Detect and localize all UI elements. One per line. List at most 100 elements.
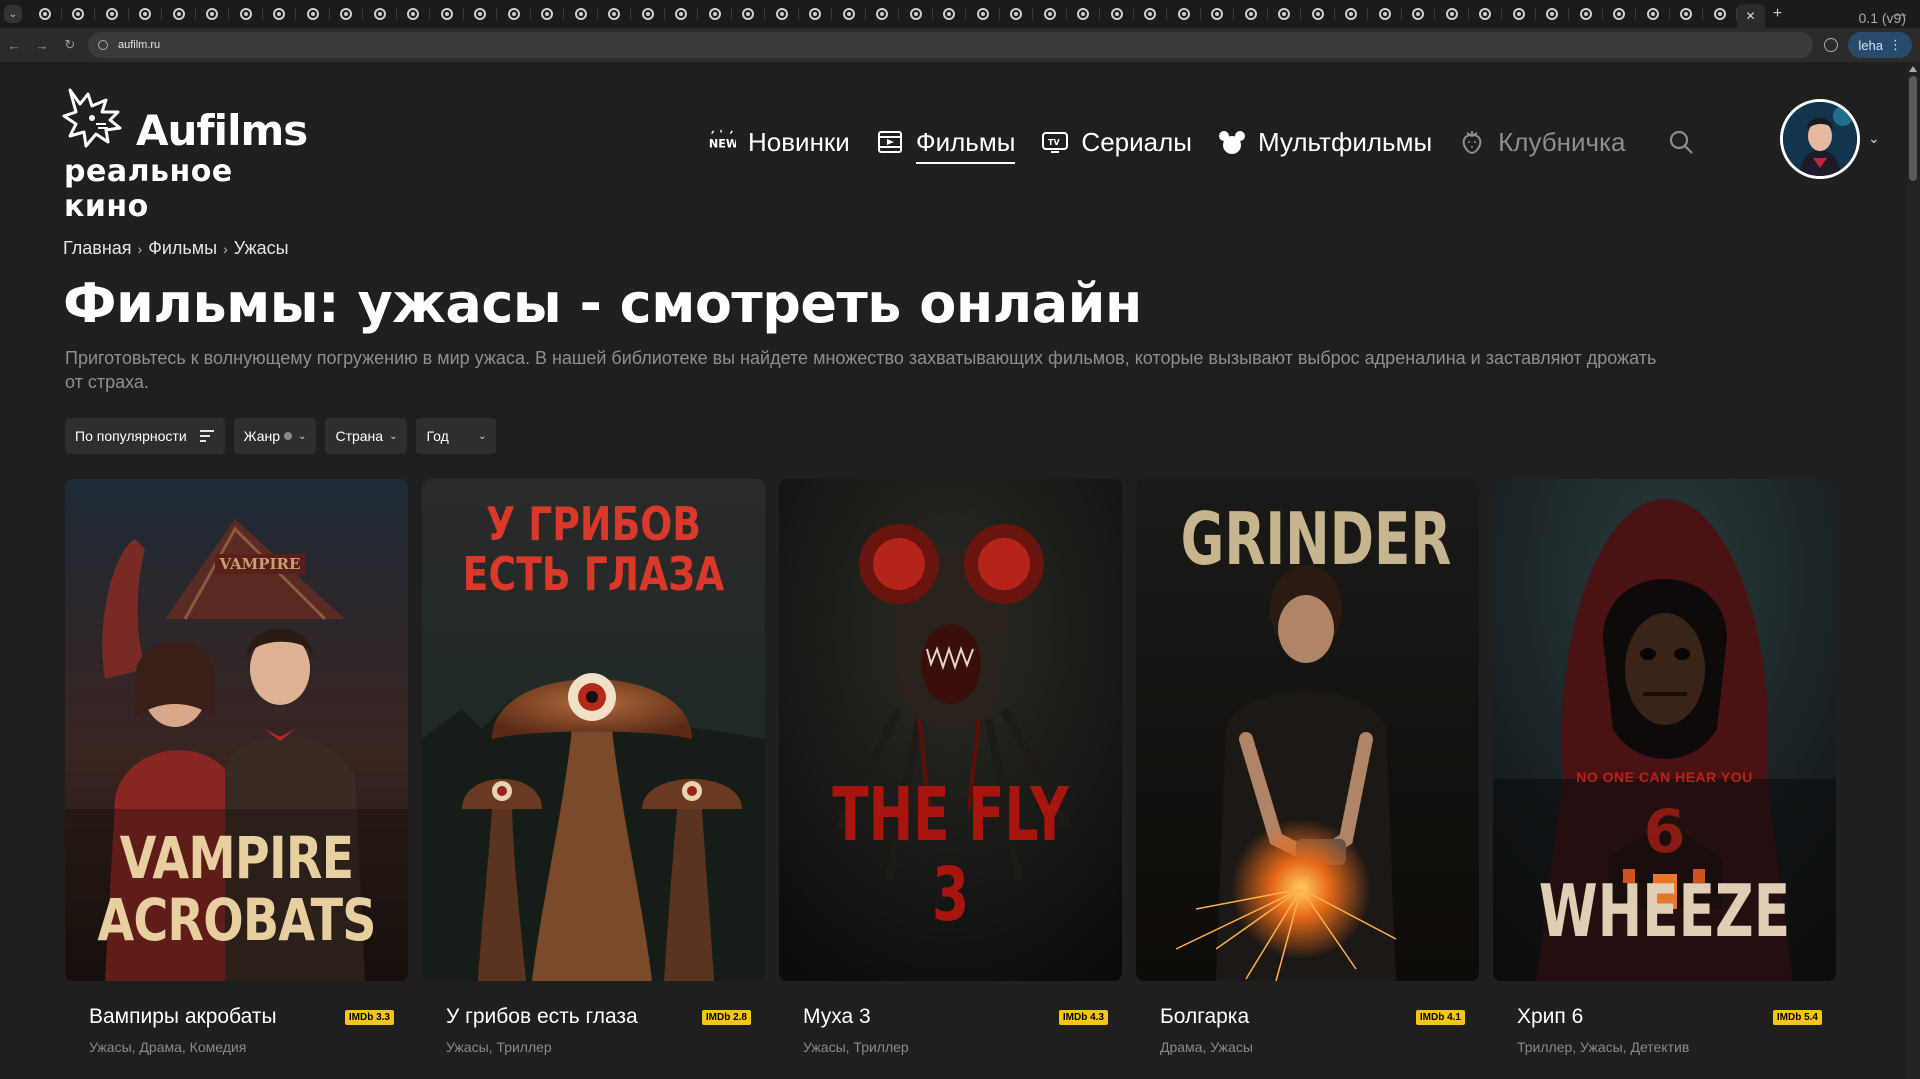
movie-title[interactable]: Хрип 6 [1517, 1005, 1583, 1029]
browser-tab[interactable] [698, 0, 732, 28]
genre-dropdown[interactable]: Жанр ⌄ [233, 418, 317, 454]
browser-tab[interactable] [1100, 0, 1134, 28]
country-dropdown[interactable]: Страна ⌄ [325, 418, 408, 454]
movie-card[interactable]: THE FLY 3 Муха 3 IMDb 4.3 Ужасы, Триллер [779, 479, 1122, 1061]
browser-tab[interactable] [631, 0, 665, 28]
movie-title[interactable]: Муха 3 [803, 1005, 871, 1029]
browser-tab[interactable] [832, 0, 866, 28]
poster-tagline-text: NO ONE CAN HEAR YOU [1576, 769, 1753, 785]
search-icon[interactable] [1661, 122, 1701, 162]
browser-tab[interactable] [229, 0, 263, 28]
new-tab-button[interactable]: + [1765, 5, 1791, 23]
browser-tab[interactable] [1603, 0, 1637, 28]
browser-tab[interactable] [1670, 0, 1704, 28]
browser-tab[interactable] [765, 0, 799, 28]
browser-tab[interactable] [1301, 0, 1335, 28]
address-bar[interactable]: aufilm.ru [88, 32, 1813, 58]
browser-tab[interactable] [799, 0, 833, 28]
scrollbar-thumb[interactable] [1909, 76, 1917, 181]
movie-title[interactable]: Болгарка [1160, 1005, 1249, 1029]
browser-tab[interactable] [966, 0, 1000, 28]
movie-poster[interactable]: THE FLY 3 [779, 479, 1122, 981]
browser-tab[interactable] [1335, 0, 1369, 28]
browser-tab[interactable] [866, 0, 900, 28]
movie-title[interactable]: Вампиры акробаты [89, 1005, 277, 1029]
browser-tab[interactable] [1636, 0, 1670, 28]
user-avatar[interactable] [1780, 99, 1860, 179]
browser-tab[interactable] [1033, 0, 1067, 28]
movie-title[interactable]: У грибов есть глаза [446, 1005, 638, 1029]
movie-card[interactable]: У ГРИБОВ ЕСТЬ ГЛАЗА У грибов есть глаза … [422, 479, 765, 1061]
tab-favicon-icon [239, 8, 252, 20]
browser-tab[interactable] [296, 0, 330, 28]
browser-tab[interactable] [363, 0, 397, 28]
active-tab-close-button[interactable]: ✕ [1736, 4, 1765, 28]
reload-button[interactable]: ↻ [56, 37, 84, 53]
profile-button[interactable]: leha ⋮ [1848, 32, 1912, 58]
browser-tab[interactable] [464, 0, 498, 28]
version-label: 0.1 (v9) [1858, 10, 1906, 26]
browser-tab[interactable] [162, 0, 196, 28]
tab-search-button[interactable]: ⌄ [4, 5, 22, 23]
movie-card[interactable]: VAMPIRE VAMPIRE ACROBATS Вампиры акробат… [65, 479, 408, 1061]
forward-button[interactable]: → [28, 38, 56, 53]
browser-tab[interactable] [665, 0, 699, 28]
scrollbar[interactable] [1906, 62, 1920, 1079]
tab-favicon-icon [641, 8, 654, 20]
browser-tab[interactable] [598, 0, 632, 28]
browser-tab[interactable] [1402, 0, 1436, 28]
browser-tab[interactable] [430, 0, 464, 28]
nav-item-cartoons[interactable]: Мультфильмы [1218, 120, 1432, 164]
browser-tab[interactable] [196, 0, 230, 28]
browser-tab[interactable] [1703, 0, 1737, 28]
browser-tab[interactable] [330, 0, 364, 28]
browser-tab[interactable] [732, 0, 766, 28]
breadcrumb-home[interactable]: Главная [63, 238, 132, 259]
nav-item-new[interactable]: NEW Новинки [708, 120, 850, 164]
sort-icon [199, 430, 214, 442]
browser-tab[interactable] [1268, 0, 1302, 28]
genre-label: Жанр [243, 428, 281, 444]
browser-tab[interactable] [95, 0, 129, 28]
browser-tab[interactable] [1201, 0, 1235, 28]
movie-poster[interactable]: VAMPIRE VAMPIRE ACROBATS [65, 479, 408, 981]
browser-tab[interactable] [1000, 0, 1034, 28]
browser-tab[interactable] [28, 0, 62, 28]
browser-tab[interactable] [1469, 0, 1503, 28]
browser-tab[interactable] [1502, 0, 1536, 28]
browser-tab[interactable] [1569, 0, 1603, 28]
chevron-down-icon[interactable]: ⌄ [1868, 130, 1880, 147]
year-dropdown[interactable]: Год ⌄ [416, 418, 497, 454]
browser-tab[interactable] [62, 0, 96, 28]
browser-tab[interactable] [1234, 0, 1268, 28]
browser-tab[interactable] [1435, 0, 1469, 28]
movie-poster[interactable]: У ГРИБОВ ЕСТЬ ГЛАЗА [422, 479, 765, 981]
site-logo[interactable]: Aufilms реальное кино [62, 84, 312, 224]
browser-tab[interactable] [1536, 0, 1570, 28]
scroll-up-arrow-icon[interactable] [1909, 66, 1917, 72]
browser-tab[interactable] [531, 0, 565, 28]
browser-tab[interactable] [933, 0, 967, 28]
site-info-icon[interactable] [98, 40, 108, 50]
sort-dropdown[interactable]: По популярности [65, 418, 225, 454]
breadcrumb-films[interactable]: Фильмы [148, 238, 217, 259]
browser-tab[interactable] [1167, 0, 1201, 28]
browser-tab[interactable] [497, 0, 531, 28]
account-icon[interactable] [1824, 38, 1839, 52]
nav-item-series[interactable]: TV Сериалы [1041, 120, 1192, 164]
browser-tab[interactable] [1134, 0, 1168, 28]
browser-tab[interactable] [1067, 0, 1101, 28]
browser-tab[interactable] [129, 0, 163, 28]
nav-item-films[interactable]: Фильмы [876, 120, 1015, 164]
browser-tab[interactable] [899, 0, 933, 28]
back-button[interactable]: ← [0, 38, 28, 53]
browser-tab[interactable] [1368, 0, 1402, 28]
movie-poster[interactable]: GRINDER [1136, 479, 1479, 981]
movie-card[interactable]: NO ONE CAN HEAR YOU 6 WHEEZE Хрип 6 IMDb… [1493, 479, 1836, 1061]
movie-card[interactable]: GRINDER Болгарка IMDb 4.1 Драма, Ужасы [1136, 479, 1479, 1061]
browser-tab[interactable] [564, 0, 598, 28]
movie-poster[interactable]: NO ONE CAN HEAR YOU 6 WHEEZE [1493, 479, 1836, 981]
nav-item-strawberry[interactable]: Клубничка [1458, 120, 1625, 164]
browser-tab[interactable] [397, 0, 431, 28]
browser-tab[interactable] [263, 0, 297, 28]
